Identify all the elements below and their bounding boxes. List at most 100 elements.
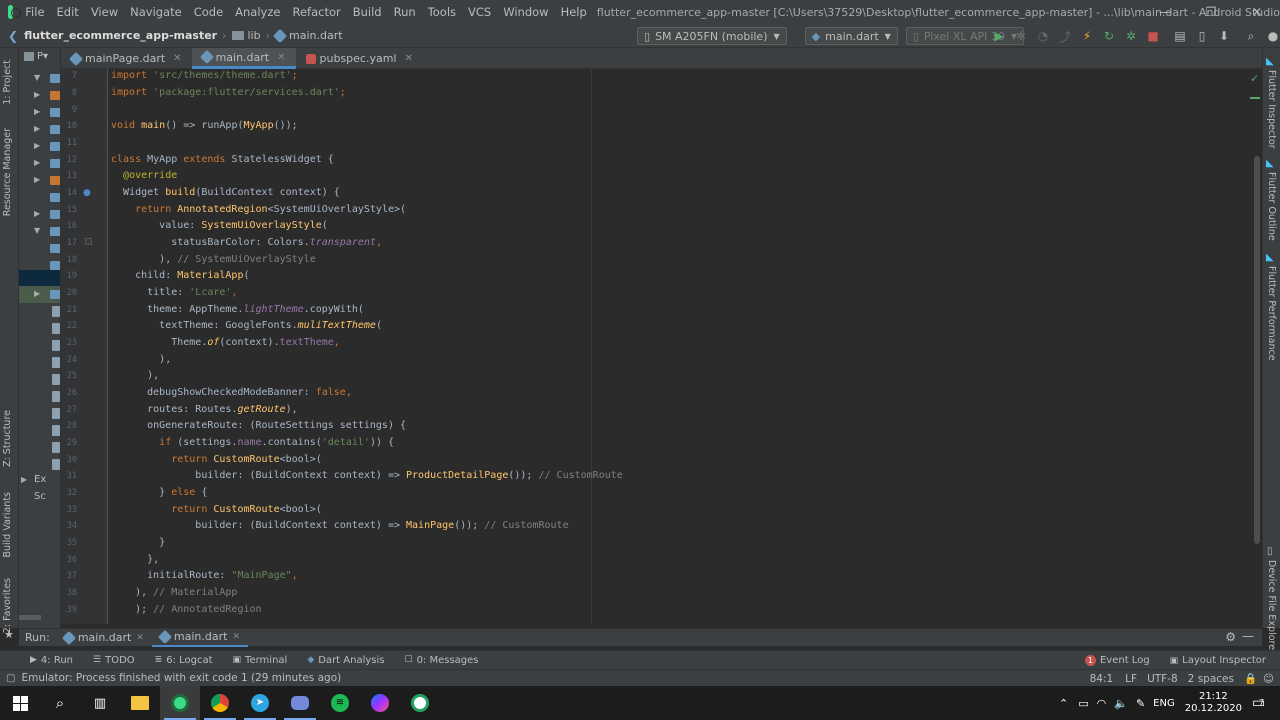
profile-icon[interactable]: ◔ bbox=[1035, 28, 1051, 44]
file-encoding[interactable]: UTF-8 bbox=[1147, 673, 1178, 685]
code-editor[interactable]: import 'src/themes/theme.dart'; import '… bbox=[108, 69, 1254, 624]
run-tab-main-dart[interactable]: main.dart ✕ bbox=[56, 629, 152, 647]
menu-window[interactable]: Window bbox=[497, 0, 554, 24]
taskbar-spotify[interactable]: ≋ bbox=[320, 686, 360, 720]
tool-dart-analysis[interactable]: ◆ Dart Analysis bbox=[297, 655, 394, 666]
tab-mainpage-dart[interactable]: mainPage.dart ✕ bbox=[61, 48, 192, 69]
taskbar-android-studio[interactable] bbox=[160, 686, 200, 720]
device-file-explorer-tab[interactable]: Device File Explorer bbox=[1266, 560, 1277, 654]
avatar-icon[interactable]: ● bbox=[1265, 28, 1280, 44]
run-tab-main-dart-active[interactable]: main.dart ✕ bbox=[151, 629, 248, 647]
menu-navigate[interactable]: Navigate bbox=[124, 0, 188, 24]
menu-build[interactable]: Build bbox=[347, 0, 388, 24]
close-icon[interactable]: ✕ bbox=[136, 633, 144, 643]
tree-file[interactable] bbox=[19, 304, 60, 321]
tree-item[interactable]: ▶ bbox=[19, 104, 60, 121]
menu-view[interactable]: View bbox=[85, 0, 124, 24]
tree-item[interactable]: ▶ bbox=[19, 172, 60, 189]
menu-edit[interactable]: Edit bbox=[51, 0, 85, 24]
taskbar-task-view[interactable]: ▥ bbox=[80, 686, 120, 720]
build-variants-tab[interactable]: Build Variants bbox=[2, 492, 13, 558]
taskbar-files[interactable] bbox=[120, 686, 160, 720]
network-icon[interactable]: ◠ bbox=[1097, 697, 1107, 710]
override-marker-icon[interactable]: ● bbox=[83, 188, 91, 198]
tool-run[interactable]: ▶ 4: Run bbox=[20, 655, 83, 666]
status-toggle-icon[interactable]: ▢ bbox=[6, 673, 15, 684]
tree-root[interactable]: ▼ bbox=[19, 70, 60, 87]
menu-vcs[interactable]: VCS bbox=[462, 0, 497, 24]
taskbar-messenger[interactable] bbox=[360, 686, 400, 720]
tree-item[interactable]: ▶ bbox=[19, 121, 60, 138]
device-selector[interactable]: ▯ SM A205FN (mobile) ▼ bbox=[637, 27, 787, 45]
tree-item[interactable] bbox=[19, 189, 60, 206]
stop-icon[interactable]: ■ bbox=[1145, 28, 1161, 44]
indent-setting[interactable]: 2 spaces bbox=[1188, 673, 1234, 685]
tool-event-log[interactable]: 1 Event Log bbox=[1075, 655, 1160, 666]
tree-item[interactable]: ▶ Ex bbox=[19, 472, 60, 489]
tab-pubspec-yaml[interactable]: pubspec.yaml ✕ bbox=[296, 48, 423, 69]
tree-item[interactable]: ▶ bbox=[19, 87, 60, 104]
resource-manager-tab[interactable]: Resource Manager bbox=[2, 128, 13, 216]
maximize-button[interactable]: ❐ bbox=[1188, 0, 1234, 24]
vertical-scrollbar[interactable] bbox=[1254, 156, 1260, 544]
layout-icon[interactable]: ▤ bbox=[1172, 28, 1188, 44]
debug-icon[interactable]: ✱ bbox=[1013, 28, 1029, 44]
breadcrumb-folder[interactable]: lib bbox=[248, 29, 261, 42]
menu-refactor[interactable]: Refactor bbox=[286, 0, 346, 24]
close-icon[interactable]: ✕ bbox=[277, 52, 285, 63]
tree-item[interactable] bbox=[19, 240, 60, 257]
menu-analyze[interactable]: Analyze bbox=[229, 0, 286, 24]
project-tool-tab[interactable]: 1: Project bbox=[2, 60, 13, 105]
breadcrumb-project[interactable]: flutter_ecommerce_app-master bbox=[24, 29, 217, 42]
status-message[interactable]: Emulator: Process finished with exit cod… bbox=[21, 672, 341, 684]
tree-file[interactable] bbox=[19, 406, 60, 423]
run-icon[interactable]: ▶ bbox=[991, 28, 1007, 44]
sdk-manager-icon[interactable]: ⬇ bbox=[1216, 28, 1232, 44]
close-icon[interactable]: ✕ bbox=[404, 53, 412, 64]
menu-run[interactable]: Run bbox=[388, 0, 422, 24]
inspector-icon[interactable]: ☺ bbox=[1263, 673, 1274, 685]
project-view-selector[interactable]: P▾ bbox=[37, 51, 48, 62]
lock-icon[interactable]: 🔒 bbox=[1244, 672, 1257, 685]
flutter-performance-tab[interactable]: Flutter Performance bbox=[1266, 266, 1277, 361]
run-config-selector[interactable]: ◆ main.dart ▼ bbox=[804, 27, 898, 45]
tree-file[interactable] bbox=[19, 355, 60, 372]
structure-tab[interactable]: Z: Structure bbox=[2, 410, 13, 467]
language-indicator[interactable]: ENG bbox=[1153, 698, 1175, 709]
volume-icon[interactable]: 🔈 bbox=[1114, 697, 1128, 710]
tree-item[interactable]: ▼ bbox=[19, 223, 60, 240]
tool-logcat[interactable]: ≣ 6: Logcat bbox=[145, 655, 223, 666]
pen-icon[interactable]: ✎ bbox=[1136, 697, 1145, 710]
hot-restart-icon[interactable]: ↻ bbox=[1101, 28, 1117, 44]
notification-center[interactable]: ▭ 7 bbox=[1252, 695, 1274, 711]
line-separator[interactable]: LF bbox=[1125, 673, 1137, 685]
gear-icon[interactable]: ⚙ bbox=[1225, 630, 1236, 644]
hot-reload-icon[interactable]: ⚡ bbox=[1079, 28, 1095, 44]
flutter-outline-tab[interactable]: Flutter Outline bbox=[1266, 172, 1277, 241]
search-icon[interactable]: ⌕ bbox=[1243, 28, 1259, 44]
tree-file[interactable] bbox=[19, 389, 60, 406]
tab-main-dart[interactable]: main.dart ✕ bbox=[191, 48, 296, 69]
attach-debugger-icon[interactable]: ⤴ bbox=[1057, 28, 1073, 44]
horizontal-scrollbar[interactable] bbox=[19, 615, 41, 620]
tree-file[interactable] bbox=[19, 372, 60, 389]
tree-item[interactable]: ▶ bbox=[19, 138, 60, 155]
close-icon[interactable]: ✕ bbox=[173, 53, 181, 64]
windows-start-button[interactable] bbox=[0, 686, 40, 720]
tree-item[interactable]: ▶ bbox=[19, 155, 60, 172]
chevron-up-icon[interactable]: ⌃ bbox=[1059, 697, 1068, 710]
favorites-star-icon[interactable]: ★ bbox=[4, 628, 14, 641]
inspection-ok-icon[interactable]: ✓ bbox=[1250, 72, 1259, 85]
tool-layout-inspector[interactable]: ▣ Layout Inspector bbox=[1160, 655, 1276, 666]
clock[interactable]: 21:12 20.12.2020 bbox=[1185, 691, 1242, 715]
close-window-button[interactable]: ✕ bbox=[1234, 0, 1280, 24]
tool-terminal[interactable]: ▣ Terminal bbox=[223, 655, 298, 666]
tree-item[interactable]: Sc bbox=[19, 489, 60, 506]
tree-item-selected[interactable] bbox=[19, 270, 60, 286]
close-icon[interactable]: ✕ bbox=[232, 632, 240, 642]
taskbar-search[interactable]: ⌕ bbox=[40, 686, 80, 720]
menu-code[interactable]: Code bbox=[188, 0, 229, 24]
taskbar-other-app[interactable] bbox=[400, 686, 440, 720]
tree-file[interactable] bbox=[19, 338, 60, 355]
favorites-tab[interactable]: 2: Favorites bbox=[2, 578, 13, 633]
